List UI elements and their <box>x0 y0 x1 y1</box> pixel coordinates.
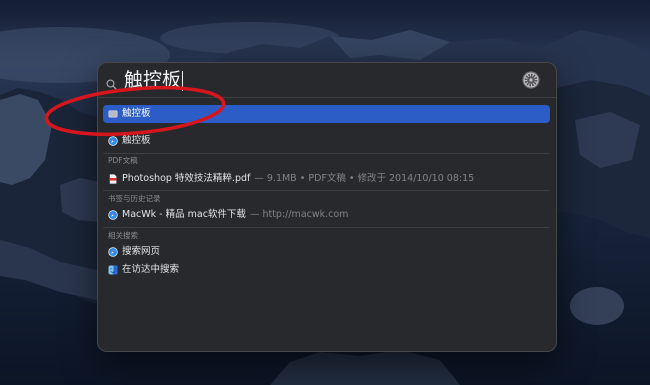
search-divider <box>98 97 556 98</box>
section-divider <box>103 153 550 154</box>
result-label: 触控板 <box>122 135 151 146</box>
section-header-related: 相关搜索 <box>108 231 138 240</box>
result-bookmark[interactable]: MacWk - 精品 mac软件下载 — http://macwk.com <box>103 206 550 224</box>
search-input[interactable]: 触控板 <box>124 66 184 94</box>
system-preferences-icon <box>522 71 540 89</box>
section-divider <box>103 190 550 191</box>
section-header-bookmarks: 书签与历史记录 <box>108 194 161 203</box>
result-title: MacWk - 精品 mac软件下载 <box>122 209 246 220</box>
wallpaper-sea-rock <box>570 287 624 325</box>
text-caret <box>182 70 184 91</box>
safari-icon <box>108 136 118 146</box>
pdf-icon <box>108 174 118 184</box>
finder-icon <box>108 265 118 275</box>
safari-icon <box>108 210 118 220</box>
result-top-hit[interactable]: 触控板 <box>103 105 550 123</box>
spotlight-panel: 触控板 触控板 触控板 PDF文稿 Photoshop 特效技法精粹.pdf —… <box>97 62 557 352</box>
magnifier-icon <box>106 75 117 90</box>
result-title: 搜索网页 <box>122 246 161 257</box>
result-search-web[interactable]: 搜索网页 <box>103 243 550 261</box>
result-title: 在访达中搜索 <box>122 264 180 275</box>
result-search-finder[interactable]: 在访达中搜索 <box>103 261 550 279</box>
result-title: Photoshop 特效技法精粹.pdf <box>122 173 251 184</box>
result-meta: — 9.1MB • PDF文稿 • 修改于 2014/10/10 08:15 <box>254 173 475 184</box>
section-divider <box>103 227 550 228</box>
result-meta: — http://macwk.com <box>249 209 349 220</box>
result-pdf-file[interactable]: Photoshop 特效技法精粹.pdf — 9.1MB • PDF文稿 • 修改… <box>103 170 550 188</box>
search-query-text: 触控板 <box>124 69 182 91</box>
result-item[interactable]: 触控板 <box>103 132 550 150</box>
section-header-pdf: PDF文稿 <box>108 156 138 165</box>
result-label: 触控板 <box>122 108 151 119</box>
safari-icon <box>108 247 118 257</box>
trackpad-icon <box>108 109 118 119</box>
